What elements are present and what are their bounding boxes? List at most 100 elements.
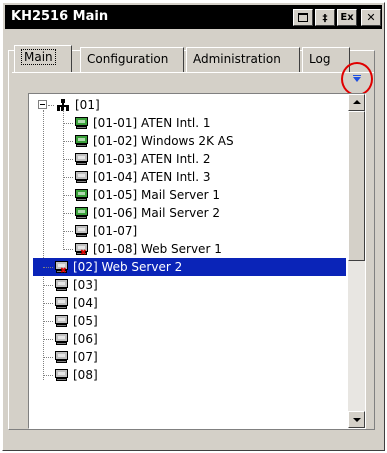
warning-icon: ✖ <box>60 266 67 275</box>
tree-node-port[interactable]: [03] <box>29 276 349 294</box>
monitor-base <box>76 180 87 183</box>
port-tree[interactable]: [01] [01-01] ATEN Intl. 1 [01-02] Windows … <box>28 93 366 429</box>
tree-label: [01-06] Mail Server 2 <box>93 206 221 220</box>
monitor-base <box>76 198 87 201</box>
computer-online-icon <box>75 135 88 147</box>
monitor-base <box>56 324 67 327</box>
tab-administration[interactable]: Administration <box>186 47 300 72</box>
exit-button[interactable]: Ex <box>337 9 357 26</box>
arrow-down-icon <box>353 418 361 422</box>
tree-label: [04] <box>73 296 98 310</box>
tree-node-port[interactable]: ✖ [01-08] Web Server 1 <box>29 240 339 258</box>
sort-button[interactable] <box>350 72 364 86</box>
monitor-base <box>56 342 67 345</box>
computer-offline-icon <box>55 351 68 363</box>
close-icon: ✕ <box>366 11 376 24</box>
tree-label: [01-08] Web Server 1 <box>93 242 222 256</box>
computer-warning-icon: ✖ <box>55 261 68 275</box>
tree-node-port[interactable]: [07] <box>29 348 349 366</box>
monitor-base <box>56 306 67 309</box>
computer-offline-icon <box>75 153 88 165</box>
restore-icon <box>298 13 308 22</box>
tab-configuration[interactable]: Configuration <box>80 47 184 72</box>
computer-offline-icon <box>55 279 68 291</box>
monitor-screen <box>55 351 68 360</box>
computer-offline-icon <box>55 333 68 345</box>
tree-node-port[interactable]: [01-04] ATEN Intl. 3 <box>29 168 339 186</box>
computer-offline-icon <box>75 171 88 183</box>
title-bar[interactable]: KH2516 Main ‡ Ex ✕ <box>5 5 382 29</box>
tree-connector <box>63 177 73 178</box>
monitor-screen <box>75 153 88 162</box>
tree-node-port[interactable]: [01-05] Mail Server 1 <box>29 186 339 204</box>
tree-connector <box>63 141 73 142</box>
tree-node-port[interactable]: [01-01] ATEN Intl. 1 <box>29 114 339 132</box>
collapse-icon[interactable] <box>38 100 47 109</box>
tree-connector <box>63 123 73 124</box>
tree-connector <box>43 375 53 376</box>
pin-icon: ‡ <box>322 13 328 24</box>
vertical-scrollbar[interactable] <box>348 94 365 428</box>
monitor-screen <box>75 207 88 216</box>
tree-label: [06] <box>73 332 98 346</box>
monitor-screen <box>75 189 88 198</box>
tree-node-port[interactable]: [05] <box>29 312 349 330</box>
tab-configuration-label: Configuration <box>87 52 169 66</box>
tree-connector <box>63 231 73 232</box>
tab-log[interactable]: Log <box>302 47 350 72</box>
tree-label: [08] <box>73 368 98 382</box>
restore-button[interactable] <box>293 9 313 26</box>
close-button[interactable]: ✕ <box>361 9 381 26</box>
tree-label: [01-01] ATEN Intl. 1 <box>93 116 211 130</box>
pin-button[interactable]: ‡ <box>315 9 335 26</box>
tree-node-port[interactable]: [01-03] ATEN Intl. 2 <box>29 150 339 168</box>
tree-connector <box>63 213 73 214</box>
tree-node-selected[interactable]: ✖ [02] Web Server 2 <box>29 258 349 276</box>
monitor-screen <box>55 333 68 342</box>
scroll-up-button[interactable] <box>348 94 365 111</box>
computer-offline-icon <box>55 369 68 381</box>
computer-online-icon <box>75 189 88 201</box>
tab-administration-label: Administration <box>193 52 281 66</box>
scroll-thumb[interactable] <box>348 111 365 261</box>
tree-label: [01] <box>75 98 100 112</box>
monitor-screen <box>55 297 68 306</box>
tree-connector <box>63 195 73 196</box>
arrow-up-icon <box>353 100 361 104</box>
monitor-base <box>76 234 87 237</box>
tree-label: [05] <box>73 314 98 328</box>
tree-node-port[interactable]: [01-06] Mail Server 2 <box>29 204 339 222</box>
tree-connector <box>43 321 53 322</box>
network-leg <box>57 107 60 111</box>
computer-offline-icon <box>55 297 68 309</box>
tree-node-port[interactable]: [04] <box>29 294 349 312</box>
network-leg <box>66 107 69 111</box>
tree-node-port[interactable]: [06] <box>29 330 349 348</box>
tree-connector <box>63 159 73 160</box>
monitor-base <box>76 126 87 129</box>
tree-connector <box>43 357 53 358</box>
tab-divider <box>12 72 374 73</box>
tree-node-port[interactable]: [08] <box>29 366 349 384</box>
tree-node-port[interactable]: [01-07] <box>29 222 339 240</box>
tree-label: [01-04] ATEN Intl. 3 <box>93 170 211 184</box>
tree-label: [01-07] <box>93 224 138 238</box>
tree-node-port[interactable]: [01-02] Windows 2K AS <box>29 132 339 150</box>
tab-main[interactable]: Main <box>14 45 72 72</box>
sort-arrow-icon <box>353 77 361 82</box>
monitor-base <box>56 288 67 291</box>
tree-label: [01-02] Windows 2K AS <box>93 134 234 148</box>
exit-icon: Ex <box>340 12 354 23</box>
tree-label: [03] <box>73 278 98 292</box>
computer-online-icon <box>75 117 88 129</box>
monitor-base <box>76 216 87 219</box>
scroll-down-button[interactable] <box>348 411 365 428</box>
monitor-screen <box>75 225 88 234</box>
tree-label: [01-05] Mail Server 1 <box>93 188 221 202</box>
monitor-base <box>56 360 67 363</box>
monitor-base <box>76 144 87 147</box>
monitor-screen <box>55 315 68 324</box>
tree-node-root[interactable]: [01] <box>29 96 329 114</box>
tree-connector <box>43 285 53 286</box>
computer-online-icon <box>75 207 88 219</box>
